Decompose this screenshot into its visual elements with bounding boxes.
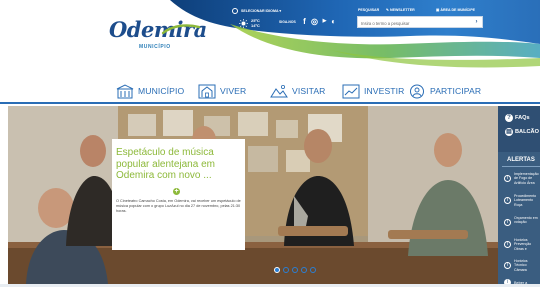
landscape-icon [270, 84, 288, 97]
faqs-button[interactable]: ? FAQs [505, 113, 540, 123]
instagram-icon[interactable]: ◎ [310, 17, 319, 26]
nav-label-visitar: VISITAR [292, 86, 326, 96]
hero-summary: O Cineteatro Camacho Costa, em Odemira, … [116, 199, 241, 213]
logo-subtitle: MUNICÍPIO [139, 44, 171, 50]
nav-item-visitar[interactable]: VISITAR [270, 81, 326, 101]
hero-photo [8, 106, 498, 284]
balcao-button[interactable]: ▤ BALCÃO [505, 127, 540, 137]
odemira-logo[interactable]: Odemira MUNICÍPIO [109, 17, 207, 57]
area-municipe-link[interactable]: ▣ ÁREA DE MUNÍCIPE [436, 8, 475, 12]
chevron-down-icon: ▾ [279, 8, 282, 13]
logo-swoosh-icon [161, 24, 201, 35]
carousel-dot[interactable] [292, 267, 298, 273]
hero-title[interactable]: Espetáculo de música popular alentejana … [116, 147, 244, 182]
hero-carousel[interactable]: Espetáculo de música popular alentejana … [8, 106, 498, 284]
alerts-title: ALERTAS [507, 157, 535, 163]
alert-item[interactable]: i Horários Técnico Câmara [504, 259, 540, 279]
hero-news-card[interactable]: Espetáculo de música popular alentejana … [112, 139, 245, 250]
chart-icon [342, 84, 360, 98]
site-header: Odemira MUNICÍPIO SELECIONAR IDIOMA ▾ PE… [0, 0, 540, 78]
balcao-label: BALCÃO [515, 129, 539, 135]
nav-label-participar: PARTICIPAR [430, 86, 482, 96]
info-icon: i [504, 262, 511, 269]
nav-item-investir[interactable]: INVESTIR [342, 81, 404, 101]
nav-item-municipio[interactable]: MUNICÍPIO [116, 81, 184, 101]
sun-icon [239, 19, 248, 28]
carousel-dot[interactable] [310, 267, 316, 273]
search-link-label: PESQUISAR [358, 8, 380, 12]
alert-item[interactable]: i Orçamento em votação [504, 216, 540, 236]
info-icon: i [504, 197, 511, 204]
quick-links: ? FAQs ▤ BALCÃO [498, 106, 540, 152]
search-link[interactable]: PESQUISAR [358, 8, 379, 12]
facebook-icon[interactable]: f [300, 17, 309, 26]
question-icon: ? [505, 114, 513, 122]
carousel-pagination [274, 267, 316, 273]
alert-text: Horários Prevenção Obras e [514, 238, 532, 251]
weather-temperature: 25ºC 14ºC [251, 18, 260, 28]
arrow-right-icon[interactable]: › [473, 19, 480, 26]
nav-label-viver: VIVER [220, 86, 247, 96]
desk-icon: ▤ [505, 128, 513, 136]
info-icon: i [504, 241, 511, 248]
nav-item-participar[interactable]: PARTICIPAR [408, 81, 481, 101]
temp-min: 14ºC [251, 23, 260, 28]
alert-item[interactable]: i Horários Prevenção Obras e [504, 238, 540, 258]
youtube-icon[interactable]: ▶ [320, 17, 329, 26]
info-icon: i [504, 219, 511, 226]
building-icon [116, 83, 134, 98]
newsletter-label: NEWSLETTER [390, 8, 415, 12]
search-box: › [357, 16, 483, 28]
faqs-label: FAQs [515, 115, 530, 121]
carousel-dot[interactable] [274, 267, 280, 273]
alert-text: Procedimento Loteamento Roça [514, 194, 537, 207]
divider [502, 166, 540, 167]
nav-label-municipio: MUNICÍPIO [138, 86, 185, 96]
house-icon [198, 84, 216, 98]
app-icon[interactable]: ◐ [329, 17, 338, 26]
alert-text: Orçamento em votação [514, 216, 538, 225]
search-input[interactable] [361, 19, 469, 27]
info-icon: i [504, 175, 511, 182]
carousel-dot[interactable] [301, 267, 307, 273]
follow-us-label: SIGA-NOS [279, 20, 296, 24]
language-label: SELECIONAR IDIOMA [241, 8, 279, 13]
area-municipe-label: ÁREA DE MUNÍCIPE [440, 8, 476, 12]
alert-text: Horários Técnico Câmara [514, 259, 528, 272]
alert-item[interactable]: i Procedimento Loteamento Roça [504, 194, 540, 214]
carousel-dot[interactable] [283, 267, 289, 273]
plus-icon[interactable]: + [173, 188, 180, 195]
main-nav: MUNICÍPIO VIVER VISITAR INVESTIR PARTICI… [0, 78, 540, 104]
people-icon [410, 84, 424, 98]
language-selector[interactable]: SELECIONAR IDIOMA ▾ [232, 8, 281, 14]
alert-text: Implementação de Fogo de Artifício Área [514, 172, 539, 185]
alert-item[interactable]: i Implementação de Fogo de Artifício Áre… [504, 172, 540, 192]
nav-item-viver[interactable]: VIVER [198, 81, 246, 101]
alerts-sidebar: ? FAQs ▤ BALCÃO ALERTAS i Implementação … [498, 106, 540, 287]
nav-label-investir: INVESTIR [364, 86, 405, 96]
globe-icon [232, 8, 238, 14]
newsletter-link[interactable]: ✎ NEWSLETTER [386, 8, 415, 12]
